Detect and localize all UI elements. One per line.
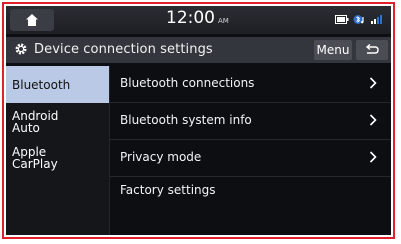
home-button[interactable]	[10, 9, 54, 31]
status-bar: 12:00 AM	[6, 6, 391, 34]
sidebar-item-bluetooth[interactable]: Bluetooth	[6, 66, 109, 103]
sidebar-item-android-auto[interactable]: Android Auto	[6, 110, 109, 134]
back-button[interactable]	[356, 40, 388, 60]
sidebar-item-apple-carplay[interactable]: Apple CarPlay	[6, 146, 109, 170]
chevron-right-icon	[369, 151, 377, 163]
chevron-right-icon	[369, 114, 377, 126]
battery-icon	[335, 15, 349, 24]
list-item-label: Privacy mode	[120, 150, 202, 164]
sidebar-item-label: CarPlay	[12, 157, 58, 171]
page-title: Device connection settings	[34, 42, 213, 57]
clock-ampm: AM	[218, 17, 229, 25]
signal-icon	[371, 15, 382, 24]
head-unit-screen: 12:00 AM Device connection settings Menu…	[6, 6, 391, 235]
gear-icon	[15, 43, 27, 55]
sidebar: Bluetooth Android Auto Apple CarPlay	[6, 66, 110, 235]
title-bar: Device connection settings Menu	[6, 37, 391, 63]
bluetooth-audio-icon	[353, 15, 364, 24]
back-arrow-icon	[365, 44, 379, 54]
list-item-factory-settings[interactable]: Factory settings	[110, 177, 391, 213]
list-item-privacy-mode[interactable]: Privacy mode	[110, 140, 391, 177]
list-item-bluetooth-system-info[interactable]: Bluetooth system info	[110, 103, 391, 140]
chevron-right-icon	[369, 77, 377, 89]
menu-button[interactable]: Menu	[314, 40, 352, 60]
clock: 12:00 AM	[166, 8, 229, 28]
screen-frame: 12:00 AM Device connection settings Menu…	[2, 2, 395, 239]
sidebar-item-label: Bluetooth	[12, 77, 71, 92]
home-icon	[26, 14, 38, 26]
list-item-bluetooth-connections[interactable]: Bluetooth connections	[110, 66, 391, 103]
list-item-label: Bluetooth system info	[120, 113, 252, 127]
settings-list: Bluetooth connections Bluetooth system i…	[110, 66, 391, 235]
status-icons	[335, 14, 383, 25]
sidebar-item-label: Auto	[12, 121, 40, 135]
list-item-label: Factory settings	[120, 183, 216, 197]
clock-time: 12:00	[166, 8, 215, 28]
list-item-label: Bluetooth connections	[120, 76, 255, 90]
